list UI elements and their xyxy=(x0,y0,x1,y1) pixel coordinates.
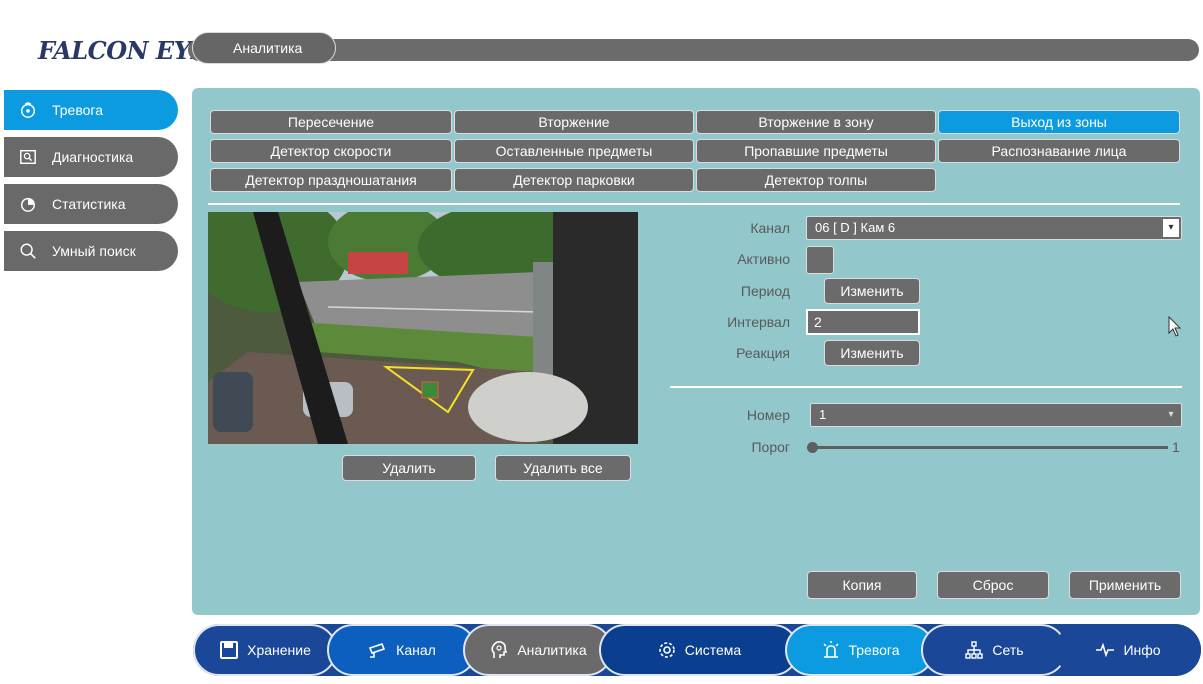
sidebar-item-diagnostics[interactable]: Диагностика xyxy=(4,137,178,177)
camera-scene-image xyxy=(208,212,638,444)
sidebar-item-label: Умный поиск xyxy=(52,243,136,259)
nav-label: Канал xyxy=(396,642,436,658)
sidebar-item-label: Тревога xyxy=(52,102,103,118)
interval-label: Интервал xyxy=(727,314,790,330)
reaction-edit-button[interactable]: Изменить xyxy=(824,340,920,366)
nav-system[interactable]: Система xyxy=(599,624,799,676)
diagnostics-icon xyxy=(16,145,40,169)
pie-chart-icon xyxy=(16,192,40,216)
sidebar-item-statistics[interactable]: Статистика xyxy=(4,184,178,224)
title-bar xyxy=(188,39,1199,61)
number-value: 1 xyxy=(819,407,827,422)
tab-missing-objects[interactable]: Пропавшие предметы xyxy=(696,139,936,163)
sidebar-item-alarm[interactable]: Тревога xyxy=(4,90,178,130)
nav-label: Инфо xyxy=(1123,642,1161,658)
tab-face-recognition[interactable]: Распознавание лица xyxy=(938,139,1180,163)
pulse-icon xyxy=(1095,640,1115,660)
reaction-label: Реакция xyxy=(736,345,790,361)
nav-info[interactable]: Инфо xyxy=(1055,624,1201,676)
nav-label: Тревога xyxy=(848,642,900,658)
nav-alarm[interactable]: Тревога xyxy=(785,624,935,676)
tab-left-objects[interactable]: Оставленные предметы xyxy=(454,139,694,163)
interval-input[interactable]: 2 xyxy=(806,309,920,335)
reset-button[interactable]: Сброс xyxy=(937,571,1049,599)
threshold-slider[interactable] xyxy=(812,446,1168,449)
page-title: Аналитика xyxy=(192,32,336,64)
save-icon xyxy=(219,640,239,660)
tab-crowd-detector[interactable]: Детектор толпы xyxy=(696,168,936,192)
period-edit-button[interactable]: Изменить xyxy=(824,278,920,304)
copy-button[interactable]: Копия xyxy=(807,571,917,599)
number-label: Номер xyxy=(746,407,790,423)
tab-crossing[interactable]: Пересечение xyxy=(210,110,452,134)
nav-network[interactable]: Сеть xyxy=(921,624,1067,676)
tab-intrusion[interactable]: Вторжение xyxy=(454,110,694,134)
threshold-slider-handle[interactable] xyxy=(807,442,818,453)
nav-label: Система xyxy=(684,642,742,658)
alarm-icon xyxy=(821,640,841,660)
active-label: Активно xyxy=(737,251,790,267)
settings-divider xyxy=(670,386,1182,388)
apply-button[interactable]: Применить xyxy=(1069,571,1181,599)
gear-icon xyxy=(657,640,677,660)
nav-channel[interactable]: Канал xyxy=(327,624,477,676)
nav-storage[interactable]: Хранение xyxy=(193,624,337,676)
sidebar-item-smart-search[interactable]: Умный поиск xyxy=(4,231,178,271)
delete-all-button[interactable]: Удалить все xyxy=(495,455,631,481)
threshold-label: Порог xyxy=(751,439,790,455)
camera-icon xyxy=(368,640,388,660)
sidebar-item-label: Диагностика xyxy=(52,149,134,165)
mouse-cursor-icon xyxy=(1168,316,1182,337)
period-label: Период xyxy=(740,283,790,299)
nav-label: Хранение xyxy=(247,642,311,658)
tab-speed-detector[interactable]: Детектор скорости xyxy=(210,139,452,163)
sidebar-item-label: Статистика xyxy=(52,196,126,212)
brand-logo: FALCON EYE xyxy=(38,36,209,65)
active-checkbox[interactable] xyxy=(806,246,834,274)
delete-button[interactable]: Удалить xyxy=(342,455,476,481)
tab-zone-intrusion[interactable]: Вторжение в зону xyxy=(696,110,936,134)
network-icon xyxy=(964,640,984,660)
chevron-down-icon: ▾ xyxy=(1168,409,1174,420)
tabs-divider xyxy=(208,203,1180,205)
nav-label: Сеть xyxy=(992,642,1024,658)
channel-value: 06 [ D ] Кам 6 xyxy=(815,220,896,235)
nav-analytics[interactable]: Аналитика xyxy=(463,624,613,676)
search-icon xyxy=(16,239,40,263)
camera-preview[interactable] xyxy=(208,212,638,444)
alarm-icon xyxy=(16,98,40,122)
threshold-value: 1 xyxy=(1172,439,1180,455)
tab-parking-detector[interactable]: Детектор парковки xyxy=(454,168,694,192)
number-select[interactable]: 1 ▾ xyxy=(810,403,1182,427)
tab-zone-exit[interactable]: Выход из зоны xyxy=(938,110,1180,134)
channel-label: Канал xyxy=(750,220,790,236)
nav-label: Аналитика xyxy=(517,642,587,658)
analytics-head-icon xyxy=(489,640,509,660)
chevron-down-icon: ▾ xyxy=(1163,219,1179,237)
tab-loitering-detector[interactable]: Детектор праздношатания xyxy=(210,168,452,192)
channel-select[interactable]: 06 [ D ] Кам 6 ▾ xyxy=(806,216,1182,240)
